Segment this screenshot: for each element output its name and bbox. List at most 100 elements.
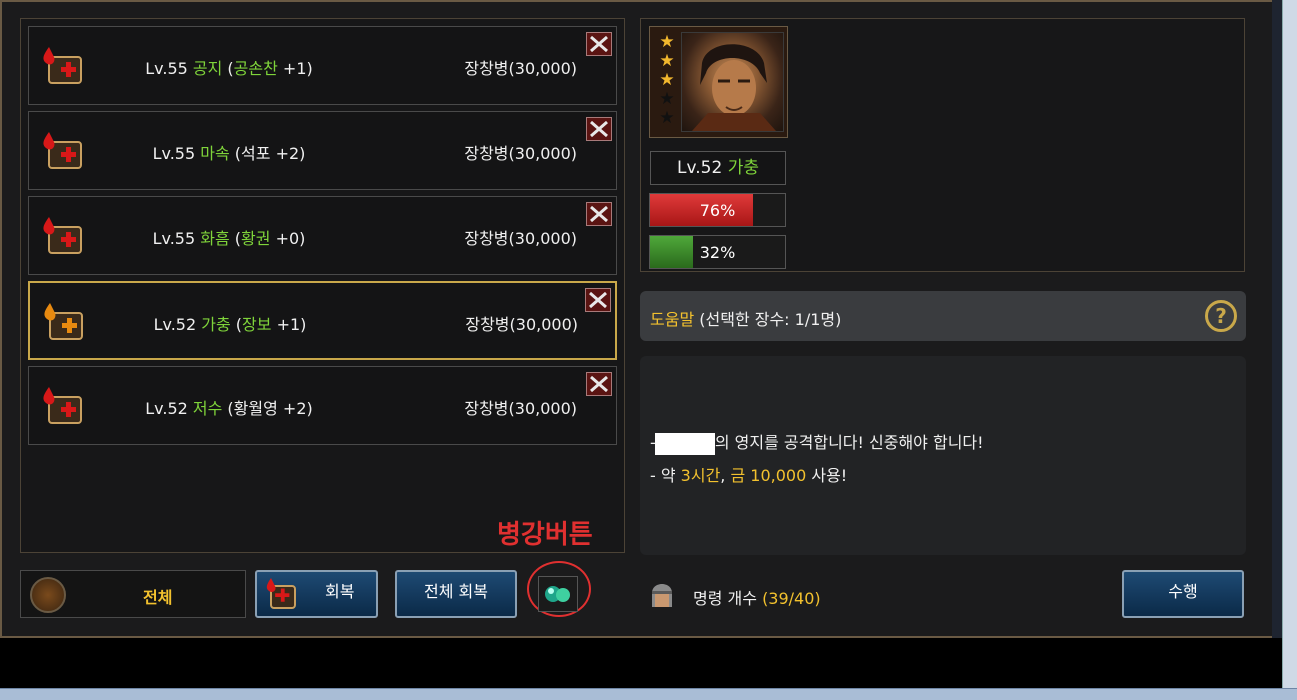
- general-secondary: 황월영: [233, 399, 278, 418]
- recover-all-button[interactable]: 전체 회복: [395, 570, 517, 618]
- general-row[interactable]: Lv.55 화흠 (황권 +0) 장창병(30,000): [28, 196, 617, 275]
- general-name: Lv.52 저수 (황월영 +2): [129, 395, 329, 419]
- recovery-icon: [39, 385, 83, 425]
- hp-percent: 76%: [699, 201, 736, 220]
- general-row[interactable]: Lv.52 저수 (황월영 +2) 장창병(30,000): [28, 366, 617, 445]
- info-line2-b: ,: [720, 466, 731, 485]
- crossed-swords-icon: [589, 291, 607, 309]
- star-rating: ★ ★ ★ ★ ★: [654, 33, 680, 128]
- recover-button[interactable]: 회복: [255, 570, 378, 618]
- general-primary: 마속: [200, 144, 230, 163]
- general-secondary: 장보: [242, 315, 272, 334]
- crossed-swords-icon: [590, 205, 608, 223]
- troop-count: 장창병(30,000): [464, 59, 577, 78]
- recovery-icon: [39, 215, 83, 255]
- recover-icon: [263, 576, 297, 610]
- general-level: Lv.52: [145, 399, 193, 418]
- general-row[interactable]: Lv.55 공지 (공손찬 +1) 장창병(30,000): [28, 26, 617, 105]
- troop-count: 장창병(30,000): [464, 229, 577, 248]
- troop-count: 장창병(30,000): [464, 144, 577, 163]
- orb-icon: [545, 586, 570, 602]
- star-filled-icon: ★: [659, 32, 675, 52]
- general-level: Lv.55: [145, 59, 193, 78]
- hp-bar: 76%: [649, 193, 786, 227]
- troop-count: 장창병(30,000): [464, 399, 577, 418]
- taskbar: [0, 688, 1297, 700]
- general-level-label: Lv.52 가충: [650, 151, 786, 185]
- window-edge: [1272, 0, 1282, 638]
- help-title: 도움말: [650, 310, 695, 329]
- general-plus: +0): [270, 229, 306, 248]
- general-row[interactable]: Lv.52 가충 (장보 +1) 장창병(30,000): [28, 281, 617, 360]
- info-line-2: - 약 3시간, 금 10,000 사용!: [650, 462, 847, 486]
- paren-open: (: [230, 315, 243, 334]
- general-portrait-image: [681, 32, 784, 132]
- star-filled-icon: ★: [659, 51, 675, 71]
- all-filter-label: 전체: [143, 588, 173, 607]
- general-name: Lv.55 공지 (공손찬 +1): [129, 55, 329, 79]
- general-name: Lv.55 화흠 (황권 +0): [129, 225, 329, 249]
- help-bar: 도움말 (선택한 장수: 1/1명) ?: [640, 291, 1246, 341]
- general-secondary: 석포: [241, 144, 271, 163]
- star-empty-icon: ★: [659, 108, 675, 128]
- general-level: Lv.55: [152, 144, 201, 163]
- redacted-name: [654, 432, 715, 455]
- general-level: Lv.55: [152, 229, 201, 248]
- info-box: - 의 영지를 공격합니다! 신중해야 합니다! - 약 3시간, 금 10,0…: [640, 356, 1246, 555]
- info-line2-a: - 약: [650, 466, 681, 485]
- info-time: 3시간: [680, 466, 721, 485]
- info-gold: 금 10,000: [730, 466, 807, 485]
- execute-button[interactable]: 수행: [1122, 570, 1244, 618]
- crossed-swords-icon: [590, 35, 608, 53]
- crossed-swords-icon: [590, 120, 608, 138]
- general-plus: +1): [277, 59, 313, 78]
- info-line-1: - 의 영지를 공격합니다! 신중해야 합니다!: [650, 429, 984, 455]
- general-plus: +1): [271, 315, 307, 334]
- help-text: 도움말 (선택한 장수: 1/1명): [650, 306, 841, 330]
- general-name: Lv.52 가충 (장보 +1): [130, 311, 330, 335]
- general-primary: 저수: [192, 399, 223, 418]
- general-row[interactable]: Lv.55 마속 (석포 +2) 장창병(30,000): [28, 111, 617, 190]
- star-filled-icon: ★: [659, 70, 675, 90]
- crossed-swords-icon: [590, 375, 608, 393]
- morale-percent: 32%: [699, 243, 736, 262]
- remove-button[interactable]: [586, 372, 612, 396]
- command-value: (39/40): [762, 589, 821, 608]
- remove-button[interactable]: [586, 202, 612, 226]
- general-level: Lv.52: [677, 158, 728, 178]
- command-label: 명령 개수: [693, 589, 763, 608]
- soldier-helmet-icon: [648, 577, 676, 611]
- general-secondary: 황권: [241, 229, 271, 248]
- general-primary: 공지: [192, 59, 223, 78]
- help-detail: (선택한 장수: 1/1명): [694, 310, 842, 329]
- morale-bar: 32%: [649, 235, 786, 269]
- paren-open: (: [229, 229, 242, 248]
- general-secondary: 공손찬: [233, 59, 278, 78]
- paren-open: (: [222, 59, 234, 78]
- annotation-label: 병강버튼: [497, 520, 593, 550]
- troop-count: 장창병(30,000): [465, 315, 578, 334]
- general-name: Lv.55 마속 (석포 +2): [129, 140, 329, 164]
- recovery-icon: [39, 45, 83, 85]
- question-icon[interactable]: ?: [1205, 300, 1237, 332]
- recover-label: 회복: [325, 582, 355, 601]
- remove-button[interactable]: [586, 117, 612, 141]
- star-empty-icon: ★: [659, 89, 675, 109]
- remove-button[interactable]: [586, 32, 612, 56]
- reinforce-button[interactable]: [538, 576, 578, 612]
- remove-button[interactable]: [585, 288, 611, 312]
- general-plus: +2): [277, 399, 313, 418]
- recovery-icon: [40, 301, 84, 341]
- command-count: 명령 개수 (39/40): [693, 585, 821, 609]
- general-name: 가충: [727, 158, 759, 178]
- portrait-card[interactable]: ★ ★ ★ ★ ★: [649, 26, 788, 138]
- scroll-bundle-icon: [30, 577, 66, 613]
- all-filter[interactable]: 전체: [20, 570, 246, 618]
- info-line2-c: 사용!: [806, 466, 848, 485]
- info-line1-text: 의 영지를 공격합니다! 신중해야 합니다!: [714, 433, 984, 452]
- scrollbar[interactable]: [1282, 0, 1297, 700]
- general-primary: 가충: [201, 315, 231, 334]
- general-level: Lv.52: [153, 315, 202, 334]
- general-primary: 화흠: [200, 229, 230, 248]
- recovery-icon: [39, 130, 83, 170]
